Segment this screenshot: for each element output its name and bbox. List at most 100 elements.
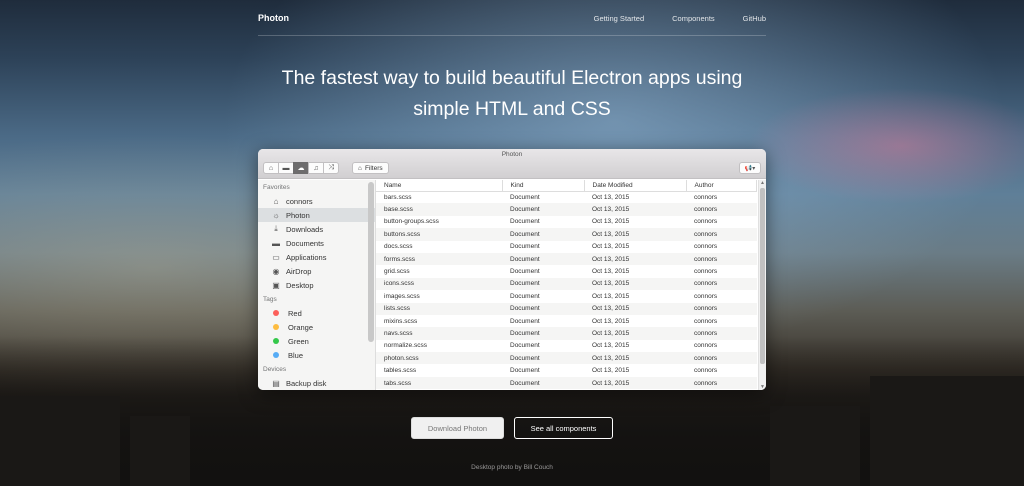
table-cell: tabs.scss — [376, 376, 502, 390]
brand-logo[interactable]: Photon — [258, 13, 289, 23]
table-cell: images.scss — [384, 292, 420, 300]
table-cell: Document — [510, 268, 540, 276]
sidebar-item-applications[interactable]: ▭ Applications — [258, 250, 375, 264]
table-row[interactable]: mixins.scss Document Oct 13, 2015 connors — [376, 315, 757, 327]
sidebar-scrollbar[interactable] — [368, 182, 374, 342]
table-row[interactable]: lists.scss Document Oct 13, 2015 connors — [376, 302, 757, 315]
table-row[interactable]: buttons.scss Document Oct 13, 2015 connors — [376, 228, 757, 241]
table-cell: connors — [694, 342, 718, 350]
drive-icon: ▤ — [272, 378, 280, 388]
table-row[interactable]: normalize.scss Document Oct 13, 2015 connor… — [376, 340, 757, 352]
sidebar-item-label: connors — [286, 196, 313, 206]
sidebar-item-tag-orange[interactable]: Orange — [258, 320, 375, 334]
shuffle-icon[interactable]: ⤨ — [323, 162, 339, 174]
table-row[interactable]: grid.scss Document Oct 13, 2015 connors — [376, 265, 757, 277]
see-all-components-button[interactable]: See all components — [514, 417, 613, 439]
table-cell: Oct 13, 2015 — [592, 218, 630, 226]
scroll-up-icon[interactable]: ▲ — [760, 180, 765, 186]
sidebar-item-documents[interactable]: ▬ Documents — [258, 236, 375, 250]
scrollbar-thumb[interactable] — [760, 188, 765, 364]
sidebar-item-desktop[interactable]: ▣ Desktop — [258, 278, 375, 292]
nav-link-github[interactable]: GitHub — [743, 14, 766, 23]
cloud-icon[interactable]: ☁ — [293, 162, 309, 174]
demo-app-window: Photon ⌂ ▬ ☁ ♫ ⤨ ⌂ Filters 📢 ▾ Favorites… — [258, 149, 766, 390]
table-cell: Document — [502, 302, 584, 315]
table-cell: tables.scss — [384, 367, 417, 375]
column-header-name[interactable]: Name — [376, 180, 503, 192]
table-cell: connors — [686, 203, 757, 216]
table-row[interactable]: icons.scss Document Oct 13, 2015 connors — [376, 277, 757, 291]
table-row[interactable]: docs.scss Document Oct 13, 2015 connors — [376, 241, 757, 253]
sidebar-item-label: Red — [288, 308, 302, 318]
column-header-author[interactable]: Author — [686, 180, 757, 192]
orange-dot-icon — [273, 324, 279, 330]
table-row[interactable]: bars.scss Document Oct 13, 2015 connors — [376, 191, 757, 203]
table-cell: Oct 13, 2015 — [592, 243, 630, 251]
table-cell: connors — [694, 367, 718, 375]
scroll-down-icon[interactable]: ▼ — [760, 384, 765, 390]
table-cell: Document — [502, 203, 584, 216]
table-cell: navs.scss — [376, 327, 502, 340]
table-cell: Oct 13, 2015 — [584, 327, 686, 340]
hero-headline: The fastest way to build beautiful Elect… — [262, 63, 762, 125]
table-cell: Document — [502, 376, 584, 390]
sidebar-item-label: Green — [288, 336, 309, 346]
sidebar-item-backup-disk[interactable]: ▤ Backup disk — [258, 376, 375, 390]
table-cell: connors — [694, 268, 718, 276]
file-table-body: bars.scss Document Oct 13, 2015 connors base… — [376, 191, 757, 390]
sidebar-item-label: Documents — [286, 238, 324, 248]
sidebar-item-tag-blue[interactable]: Blue — [258, 348, 375, 362]
sidebar-item-airdrop[interactable]: ◉ AirDrop — [258, 264, 375, 278]
megaphone-icon: 📢 — [744, 165, 753, 172]
sidebar-item-downloads[interactable]: ⤓ Downloads — [258, 222, 375, 236]
megaphone-dropdown-button[interactable]: 📢 ▾ — [739, 162, 761, 174]
folder-icon[interactable]: ▬ — [278, 162, 294, 174]
table-cell: Document — [502, 327, 584, 340]
table-row[interactable]: forms.scss Document Oct 13, 2015 connors — [376, 252, 757, 266]
table-cell: connors — [694, 218, 718, 226]
sidebar-group-favorites: Favorites — [263, 184, 290, 191]
sidebar-item-label: Photon — [286, 210, 310, 220]
table-cell: connors — [686, 228, 757, 241]
table-cell: Oct 13, 2015 — [584, 277, 686, 291]
table-row[interactable]: photon.scss Document Oct 13, 2015 connors — [376, 352, 757, 365]
sidebar-item-label: Applications — [286, 252, 327, 262]
home-icon: ⌂ — [273, 196, 279, 206]
sidebar-item-tag-green[interactable]: Green — [258, 334, 375, 348]
table-cell: connors — [686, 252, 757, 266]
sidebar-item-tag-red[interactable]: Red — [258, 306, 375, 320]
photo-credit: Desktop photo by Bill Couch — [471, 464, 553, 471]
nav-link-getting-started[interactable]: Getting Started — [594, 14, 644, 23]
sidebar-item-connors[interactable]: ⌂ connors — [258, 194, 375, 208]
column-header-date-modified[interactable]: Date Modified — [584, 180, 687, 192]
table-cell: connors — [694, 317, 718, 325]
table-cell: Document — [502, 252, 584, 266]
table-row[interactable]: tables.scss Document Oct 13, 2015 connors — [376, 364, 757, 376]
table-header-row: Name Kind Date Modified Author — [376, 180, 757, 192]
table-cell: Oct 13, 2015 — [584, 352, 686, 365]
table-cell: Document — [510, 317, 540, 325]
home-icon[interactable]: ⌂ — [263, 162, 279, 174]
column-header-kind[interactable]: Kind — [502, 180, 585, 192]
table-cell: Oct 13, 2015 — [584, 376, 686, 390]
popup-icon[interactable]: ♫ — [308, 162, 324, 174]
filters-button[interactable]: ⌂ Filters — [352, 162, 389, 174]
download-photon-button[interactable]: Download Photon — [411, 417, 504, 439]
table-row[interactable]: button-groups.scss Document Oct 13, 2015 co… — [376, 216, 757, 228]
table-row[interactable]: images.scss Document Oct 13, 2015 connors — [376, 290, 757, 302]
table-row[interactable]: navs.scss Document Oct 13, 2015 connors — [376, 327, 757, 340]
table-scrollbar[interactable]: ▲ ▼ — [758, 180, 766, 390]
table-row[interactable]: base.scss Document Oct 13, 2015 connors — [376, 203, 757, 216]
table-cell: connors — [686, 277, 757, 291]
sidebar-item-label: Downloads — [286, 224, 324, 234]
table-cell: Oct 13, 2015 — [584, 302, 686, 315]
table-row[interactable]: tabs.scss Document Oct 13, 2015 connors — [376, 376, 757, 390]
sidebar-item-photon[interactable]: ☼ Photon — [258, 208, 375, 222]
window-toolbar: Photon ⌂ ▬ ☁ ♫ ⤨ ⌂ Filters 📢 ▾ — [258, 149, 766, 179]
light-up-icon: ☼ — [272, 210, 280, 220]
table-cell: Document — [510, 342, 540, 350]
chevron-down-icon: ▾ — [752, 165, 756, 172]
nav-link-components[interactable]: Components — [672, 14, 715, 23]
monitor-icon: ▣ — [272, 280, 280, 290]
sidebar-item-label: Orange — [288, 322, 314, 332]
